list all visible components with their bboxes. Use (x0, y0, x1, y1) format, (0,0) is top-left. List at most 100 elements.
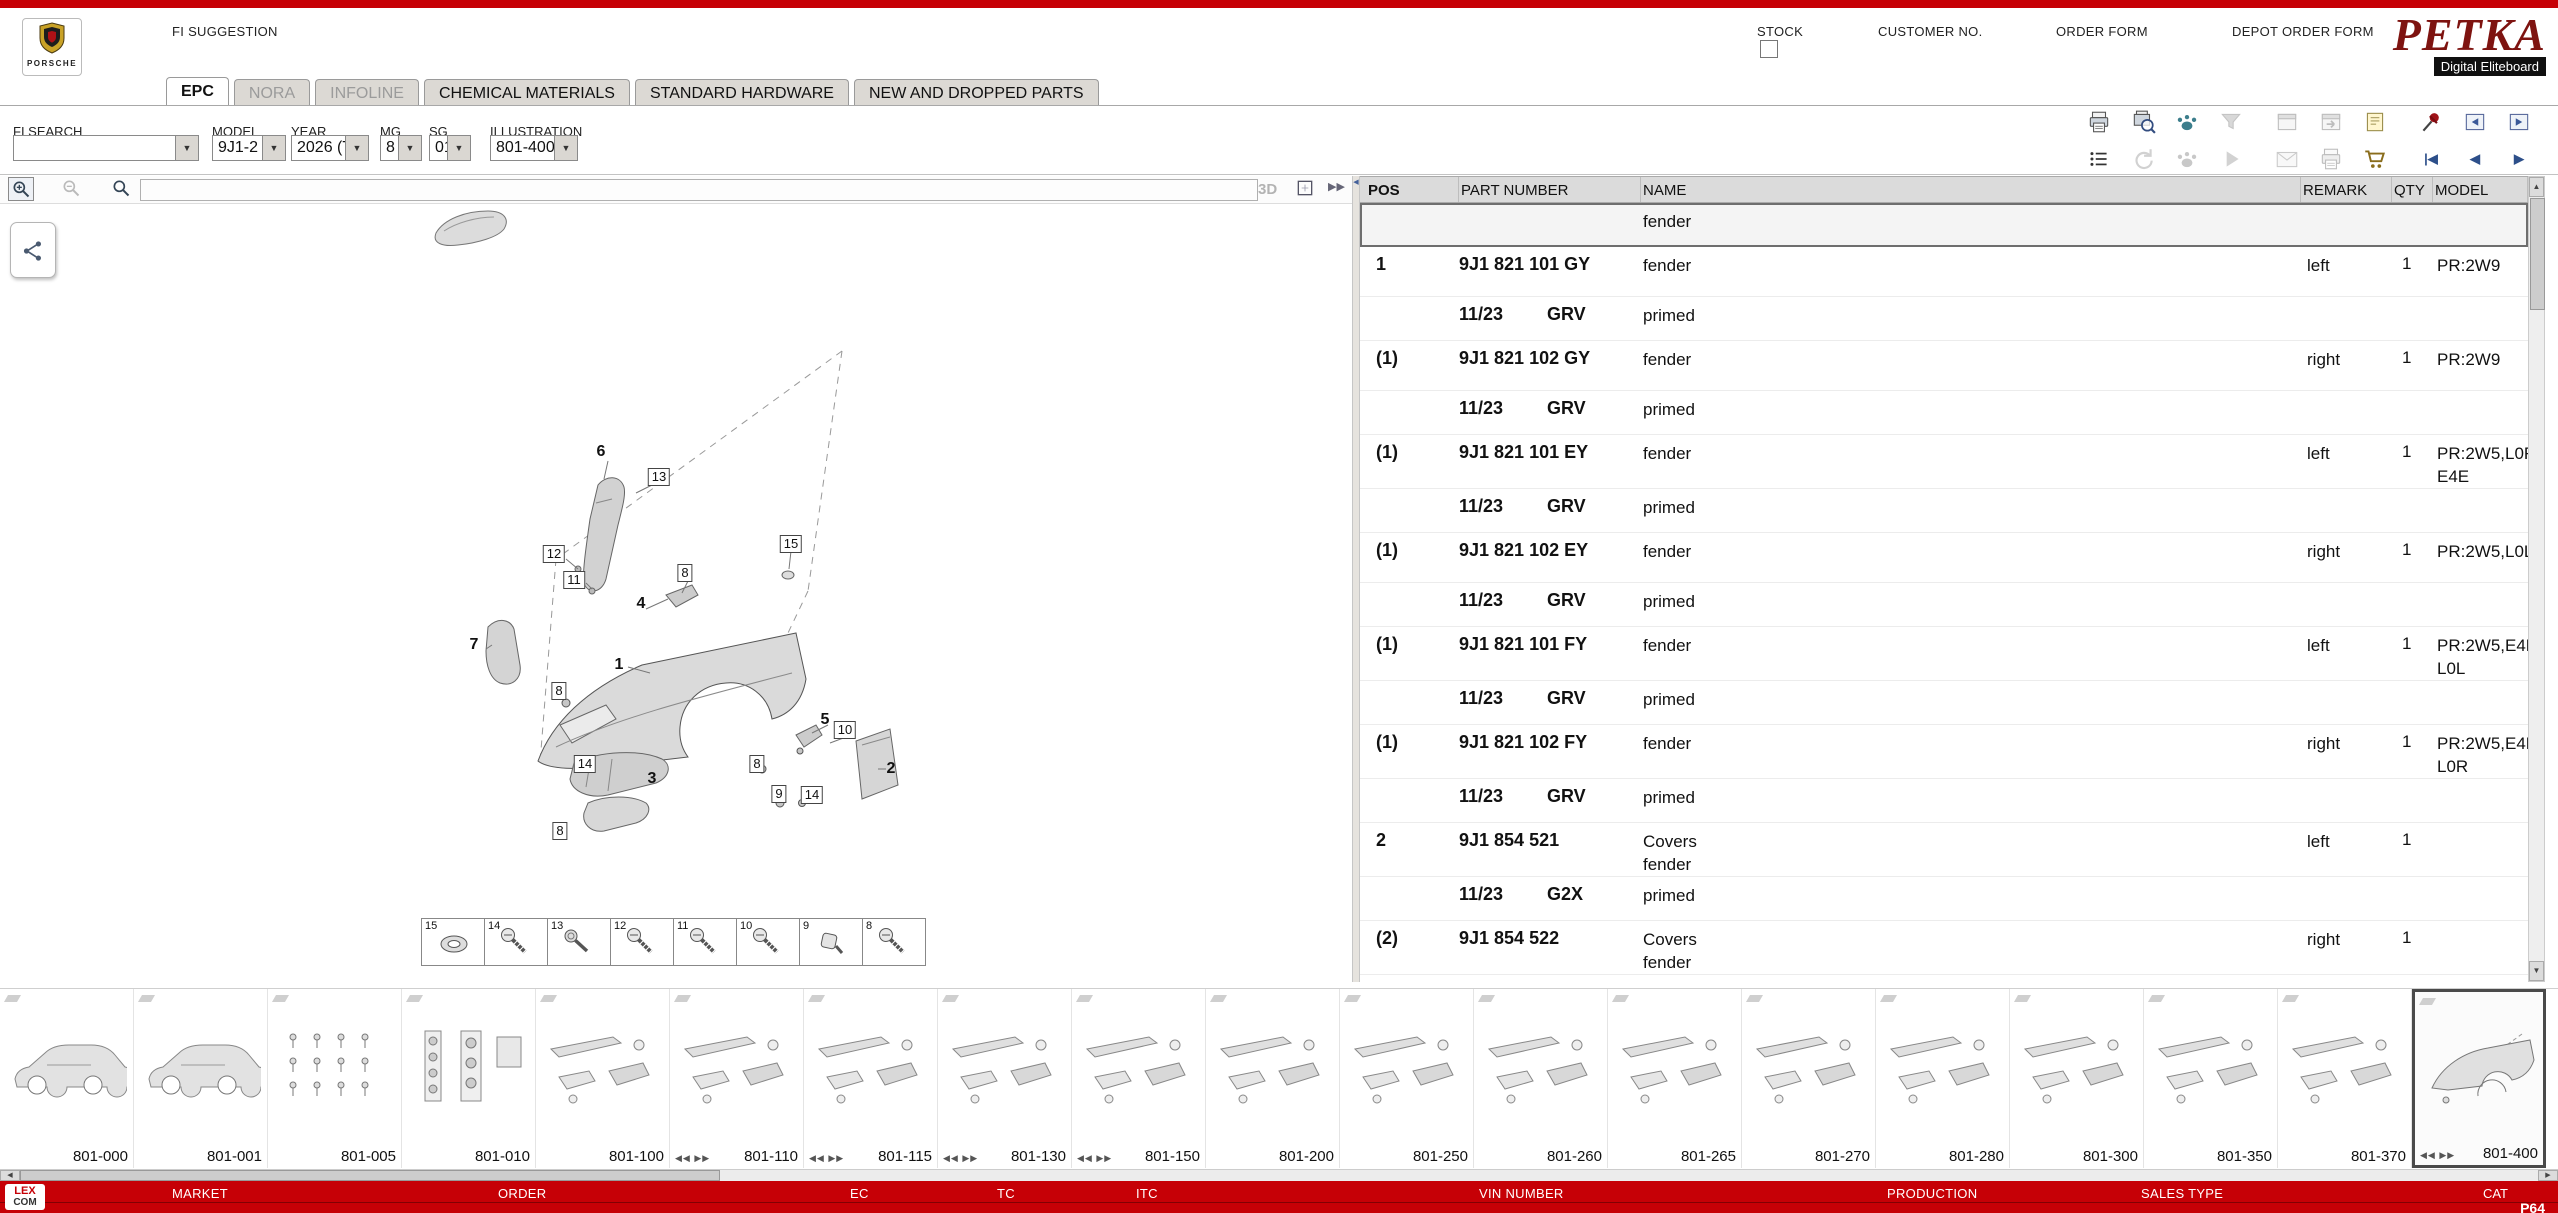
fastener-cell[interactable]: 9 (799, 918, 863, 966)
part-callout[interactable]: 9 (771, 785, 786, 803)
filter-button[interactable] (2212, 106, 2250, 138)
scroll-left-icon[interactable]: ◀ (0, 1170, 20, 1181)
model-combo[interactable]: 9J1-2 ▼ (212, 135, 286, 161)
part-callout[interactable]: 1 (615, 656, 624, 674)
table-row[interactable]: (1) 9J1 821 101 FY fender left 1 PR:2W5,… (1360, 627, 2528, 681)
thumbnail-scrollbar[interactable]: ◀ ▶ (0, 1169, 2558, 1181)
part-callout[interactable]: 4 (637, 595, 646, 613)
table-row[interactable]: 11/23GRV primed (1360, 391, 2528, 435)
thumbnail-pager[interactable]: ◀◀ ▶▶ (943, 1153, 978, 1164)
illustration-thumbnail[interactable]: ◀◀ ▶▶ 801-001 (134, 989, 268, 1168)
illustration-thumbnail[interactable]: ◀◀ ▶▶ 801-000 (0, 989, 134, 1168)
zoom-in-button[interactable] (8, 177, 34, 201)
first-illustration-button[interactable]: |◀ (2412, 143, 2450, 175)
notes-button[interactable] (2356, 106, 2394, 138)
illustration-thumbnail[interactable]: ◀◀ ▶▶ 801-350 (2144, 989, 2278, 1168)
fax-print-button[interactable] (2312, 143, 2350, 175)
fastener-cell[interactable]: 14 (484, 918, 548, 966)
chevron-down-icon[interactable]: ▼ (175, 136, 198, 160)
table-row[interactable]: 11/23GRV primed (1360, 489, 2528, 533)
illustration-thumbnail[interactable]: ◀◀ ▶▶ 801-370 (2278, 989, 2412, 1168)
table-row[interactable]: 1 9J1 821 101 GY fender left 1 PR:2W9 (1360, 247, 2528, 297)
pin-button[interactable] (2412, 106, 2450, 138)
illustration-thumbnail[interactable]: ◀◀ ▶▶ 801-010 (402, 989, 536, 1168)
table-row[interactable]: 11/23GRV primed (1360, 583, 2528, 627)
table-row[interactable]: 11/23G2X primed (1360, 877, 2528, 921)
illustration-thumbnail[interactable]: ◀◀ ▶▶ 801-130 (938, 989, 1072, 1168)
table-row[interactable]: (2) 9J1 854 522 Covers fender right 1 (1360, 921, 2528, 975)
tab-nora[interactable]: NORA (234, 79, 310, 106)
illustration-combo[interactable]: 801-400 ▼ (490, 135, 578, 161)
tab-infoline[interactable]: INFOLINE (315, 79, 419, 106)
illustration-thumbnail[interactable]: ◀◀ ▶▶ 801-265 (1608, 989, 1742, 1168)
scrollbar-thumb[interactable] (20, 1170, 720, 1181)
fastener-cell[interactable]: 11 (673, 918, 737, 966)
thumbnail-pager[interactable]: ◀◀ ▶▶ (675, 1153, 710, 1164)
parts-list-button[interactable] (2080, 143, 2118, 175)
next-illustration-button[interactable]: ▶ (2500, 143, 2538, 175)
part-callout[interactable]: 7 (470, 636, 479, 654)
illustration-thumbnail[interactable]: ◀◀ ▶▶ 801-280 (1876, 989, 2010, 1168)
tab-epc[interactable]: EPC (166, 77, 229, 106)
expand-view-button[interactable]: ▶▶ (1328, 180, 1345, 193)
illustration-thumbnail[interactable]: ◀◀ ▶▶ 801-200 (1206, 989, 1340, 1168)
part-callout[interactable]: 2 (887, 760, 896, 778)
sg-combo[interactable]: 01 ▼ (429, 135, 471, 161)
play-button[interactable] (2212, 143, 2250, 175)
print-preview-button[interactable] (2124, 106, 2162, 138)
chevron-down-icon[interactable]: ▼ (345, 136, 368, 160)
part-callout[interactable]: 8 (677, 564, 692, 582)
splitter-collapse-icon[interactable]: ◀ (1353, 178, 1359, 186)
mail-button[interactable] (2268, 143, 2306, 175)
table-row[interactable]: 11/23GRV primed (1360, 779, 2528, 823)
illustration-thumbnail[interactable]: ◀◀ ▶▶ 801-110 (670, 989, 804, 1168)
part-callout[interactable]: 15 (780, 535, 802, 553)
part-callout[interactable]: 10 (834, 721, 856, 739)
part-callout[interactable]: 11 (563, 571, 585, 589)
tab-chemical-materials[interactable]: CHEMICAL MATERIALS (424, 79, 630, 106)
chevron-down-icon[interactable]: ▼ (262, 136, 285, 160)
next-view-button[interactable] (2500, 106, 2538, 138)
part-callout[interactable]: 14 (574, 755, 596, 773)
part-callout[interactable]: 5 (821, 711, 830, 729)
parts-marking-button[interactable] (2168, 106, 2206, 138)
table-row[interactable]: 2 9J1 854 521 Covers fender left 1 (1360, 823, 2528, 877)
chevron-down-icon[interactable]: ▼ (554, 136, 577, 160)
table-row[interactable]: 11/23GRV primed (1360, 297, 2528, 341)
table-row[interactable]: (1) 9J1 821 102 FY fender right 1 PR:2W5… (1360, 725, 2528, 779)
part-callout[interactable]: 8 (551, 682, 566, 700)
mg-combo[interactable]: 8 ▼ (380, 135, 422, 161)
fastener-cell[interactable]: 12 (610, 918, 674, 966)
fastener-cell[interactable]: 10 (736, 918, 800, 966)
thumbnail-pager[interactable]: ◀◀ ▶▶ (1077, 1153, 1112, 1164)
part-callout[interactable]: 12 (543, 545, 565, 563)
illustration-thumbnail[interactable]: ◀◀ ▶▶ 801-400 (2412, 989, 2546, 1168)
fi-search-combo[interactable]: ▼ (13, 135, 199, 161)
part-callout[interactable]: 13 (648, 468, 670, 486)
scroll-right-icon[interactable]: ▶ (2538, 1170, 2558, 1181)
illustration-thumbnail[interactable]: ◀◀ ▶▶ 801-100 (536, 989, 670, 1168)
table-row[interactable]: fender (1360, 203, 2528, 247)
refresh-button[interactable] (2124, 143, 2162, 175)
year-combo[interactable]: 2026 (T) ▼ (291, 135, 369, 161)
previous-view-button[interactable] (2456, 106, 2494, 138)
thumbnail-pager[interactable]: ◀◀ ▶▶ (2420, 1150, 2455, 1161)
illustration-thumbnail[interactable]: ◀◀ ▶▶ 801-250 (1340, 989, 1474, 1168)
illustration-thumbnail[interactable]: ◀◀ ▶▶ 801-260 (1474, 989, 1608, 1168)
table-row[interactable]: (1) 9J1 821 102 GY fender right 1 PR:2W9 (1360, 341, 2528, 391)
table-row[interactable]: (1) 9J1 821 102 EY fender right 1 PR:2W5… (1360, 533, 2528, 583)
part-callout[interactable]: 14 (801, 786, 823, 804)
cart-button[interactable] (2356, 143, 2394, 175)
thumbnail-pager[interactable]: ◀◀ ▶▶ (809, 1153, 844, 1164)
illustration-thumbnail[interactable]: ◀◀ ▶▶ 801-300 (2010, 989, 2144, 1168)
print-button[interactable] (2080, 106, 2118, 138)
illustration-thumbnail[interactable]: ◀◀ ▶▶ 801-270 (1742, 989, 1876, 1168)
illustration-thumbnail[interactable]: ◀◀ ▶▶ 801-115 (804, 989, 938, 1168)
tab-standard-hardware[interactable]: STANDARD HARDWARE (635, 79, 849, 106)
fastener-cell[interactable]: 15 (421, 918, 485, 966)
stock-checkbox[interactable] (1760, 40, 1778, 58)
zoom-out-button[interactable] (58, 177, 84, 201)
part-callout[interactable]: 6 (597, 443, 606, 461)
compare-window-button[interactable] (2268, 106, 2306, 138)
table-row[interactable]: 11/23GRV primed (1360, 681, 2528, 725)
